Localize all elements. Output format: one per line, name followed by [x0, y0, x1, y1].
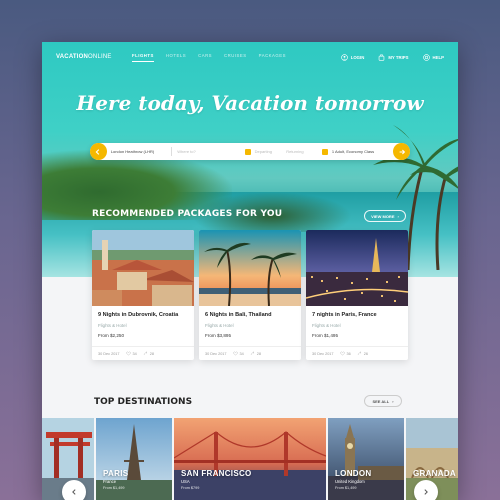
see-all-label: SEE ALL: [372, 398, 390, 404]
share-icon: [250, 351, 255, 356]
destination-tile[interactable]: PARIS France From $1,499: [96, 418, 172, 500]
likes-stat[interactable]: 34: [125, 351, 137, 356]
view-more-button[interactable]: VIEW MORE ›: [364, 210, 406, 222]
lifebuoy-icon: [422, 53, 430, 61]
package-footer: 30 Dec 2017 34 28: [92, 346, 194, 360]
logo[interactable]: VACATIONONLINE: [56, 54, 132, 60]
destination-name: GRANADA: [413, 469, 456, 478]
package-title: 7 nights in Paris, France: [312, 312, 377, 318]
logo-bold-text: VACATION: [56, 54, 89, 60]
package-date: 30 Dec 2017: [205, 351, 227, 356]
destination-tile[interactable]: LONDON United Kingdom From $1,499: [328, 418, 404, 500]
depart-placeholder: Departing: [254, 149, 272, 154]
swap-direction-button[interactable]: [90, 143, 107, 160]
destination-price: From $1,499: [335, 486, 357, 490]
destination-name: LONDON: [335, 469, 372, 478]
chevron-left-icon: [96, 148, 100, 155]
view-more-label: VIEW MORE: [371, 213, 395, 219]
shares-count: 28: [149, 351, 155, 356]
my-trips-link[interactable]: MY TRIPS: [378, 54, 409, 61]
packages-title: RECOMMENDED PACKAGES FOR YOU: [92, 209, 283, 219]
package-date: 30 Dec 2017: [98, 351, 120, 356]
heart-icon: [125, 351, 131, 356]
login-label: LOGIN: [350, 54, 365, 60]
package-type: Flights & Hotel: [98, 323, 127, 328]
destinations-title: TOP DESTINATIONS: [94, 397, 193, 407]
travellers-value: 1 Adult, Economy Class: [331, 149, 375, 154]
chevron-right-icon: ›: [392, 398, 394, 404]
likes-count: 34: [239, 351, 244, 356]
bali-image: [199, 230, 301, 306]
shares-stat[interactable]: 28: [250, 351, 261, 356]
share-icon: [143, 351, 148, 356]
chevron-right-icon: ›: [397, 213, 399, 219]
nav-link-hotels[interactable]: HOTELS: [166, 53, 186, 62]
package-price: From $2,250: [98, 333, 125, 338]
flight-search-bar: London Heathrow (LHR) Where to? Departin…: [90, 143, 410, 160]
package-card[interactable]: 9 Nights in Dubrovnik, Croatia Flights &…: [92, 230, 194, 360]
help-link[interactable]: HELP: [422, 53, 444, 61]
shares-stat[interactable]: 26: [357, 351, 368, 356]
depart-date-field[interactable]: Departing: [244, 143, 287, 160]
hero-tagline: Here today, Vacation tomorrow: [76, 91, 424, 115]
shares-count: 26: [363, 351, 369, 356]
shares-stat[interactable]: 28: [143, 351, 154, 356]
package-price: From $3,895: [205, 333, 232, 338]
see-all-button[interactable]: SEE ALL ›: [364, 395, 402, 407]
top-nav: VACATIONONLINE FLIGHTS HOTELS CARS CRUIS…: [42, 42, 458, 72]
destination-input[interactable]: Where to?: [177, 143, 244, 160]
travellers-field[interactable]: 1 Adult, Economy Class: [321, 143, 393, 160]
package-footer: 30 Dec 2017 34 28: [199, 346, 301, 360]
chevron-left-icon: [72, 489, 76, 495]
paris-night-image: [306, 230, 408, 306]
calendar-icon: [244, 148, 251, 155]
nav-link-cruises[interactable]: CRUISES: [224, 53, 247, 62]
nav-link-packages[interactable]: PACKAGES: [259, 53, 286, 62]
destination-name: SAN FRANCISCO: [181, 469, 252, 478]
login-link[interactable]: LOGIN: [340, 53, 365, 61]
chevron-right-icon: [424, 489, 428, 495]
likes-stat[interactable]: 36: [339, 351, 351, 356]
destination-country: United Kingdom: [335, 479, 365, 484]
destination-name: PARIS: [103, 469, 129, 478]
browser-page: VACATIONONLINE FLIGHTS HOTELS CARS CRUIS…: [42, 42, 458, 500]
my-trips-label: MY TRIPS: [388, 54, 409, 60]
likes-count: 34: [132, 351, 137, 356]
destination-tile[interactable]: SAN FRANCISCO USA From $799: [174, 418, 326, 500]
package-card[interactable]: 7 nights in Paris, France Flights & Hote…: [306, 230, 408, 360]
nav-link-flights[interactable]: FLIGHTS: [132, 53, 154, 62]
package-card[interactable]: 6 Nights in Bali, Thailand Flights & Hot…: [199, 230, 301, 360]
shares-count: 28: [256, 351, 262, 356]
heart-icon: [232, 351, 238, 356]
destination-country: France: [103, 479, 117, 484]
logo-light-text: ONLINE: [88, 54, 112, 60]
user-icon: [340, 53, 348, 61]
search-button[interactable]: [393, 143, 410, 160]
package-title: 9 Nights in Dubrovnik, Croatia: [98, 312, 179, 318]
share-icon: [357, 351, 362, 356]
help-label: HELP: [432, 54, 444, 60]
carousel-prev-button[interactable]: [62, 480, 86, 500]
dubrovnik-image: [92, 230, 194, 306]
package-type: Flights & Hotel: [205, 323, 234, 328]
arrow-right-icon: [399, 149, 405, 154]
destination-price: From $1,499: [103, 486, 125, 490]
destination-price: From $799: [181, 486, 200, 490]
package-type: Flights & Hotel: [312, 323, 341, 328]
package-title: 6 Nights in Bali, Thailand: [205, 312, 272, 318]
divider: [171, 147, 173, 156]
package-date: 30 Dec 2017: [312, 351, 334, 356]
likes-count: 36: [346, 351, 351, 356]
origin-field[interactable]: London Heathrow (LHR): [111, 143, 166, 160]
traveller-icon: [321, 148, 328, 155]
destination-country: USA: [181, 479, 190, 484]
suitcase-icon: [379, 54, 385, 61]
likes-stat[interactable]: 34: [232, 351, 244, 356]
package-price: From $1,495: [312, 333, 339, 338]
return-date-field[interactable]: Returning: [286, 143, 322, 160]
nav-link-cars[interactable]: CARS: [198, 53, 212, 62]
package-footer: 30 Dec 2017 36 26: [306, 346, 408, 360]
carousel-next-button[interactable]: [414, 480, 438, 500]
heart-icon: [339, 351, 345, 356]
